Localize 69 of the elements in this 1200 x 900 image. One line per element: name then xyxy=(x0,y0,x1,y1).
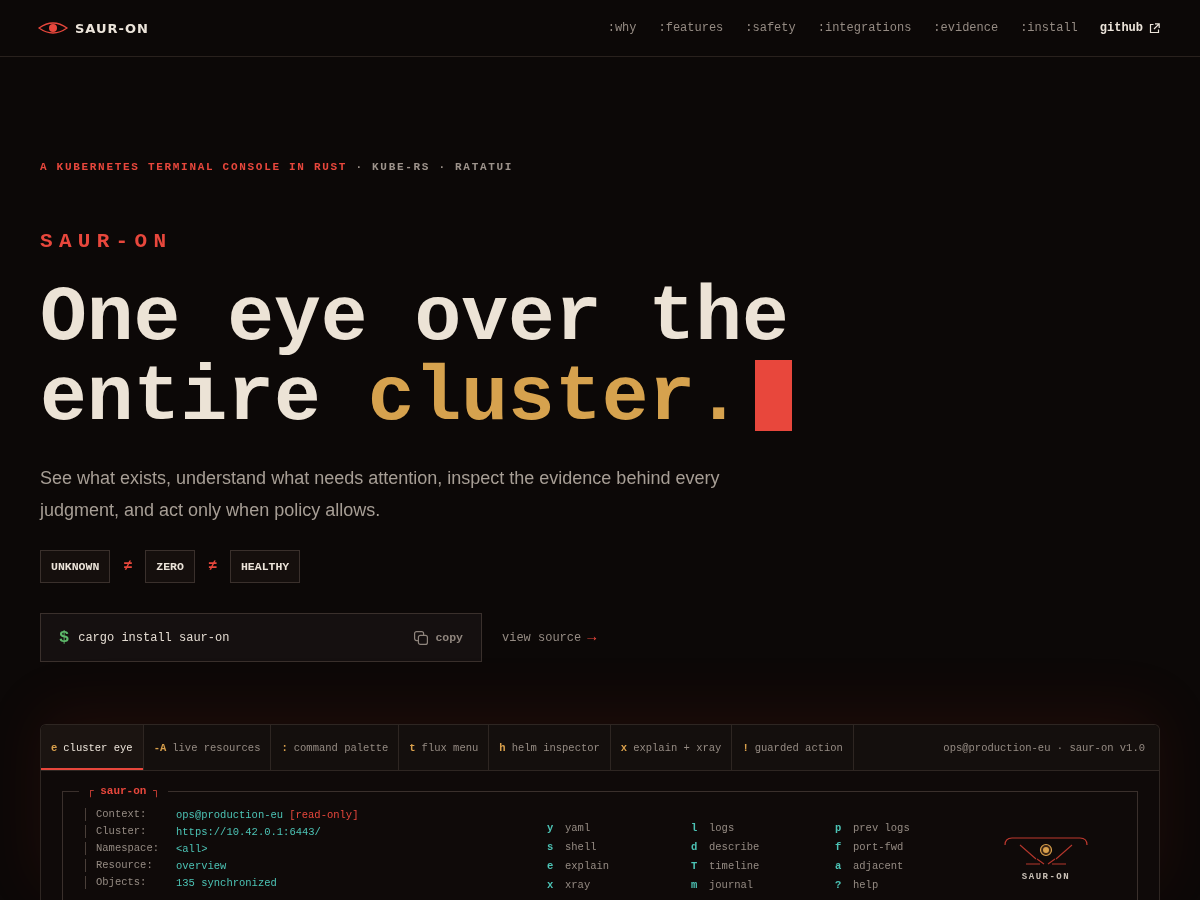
shortcut-action: journal xyxy=(709,878,754,891)
cursor-icon xyxy=(755,360,793,431)
console-tab[interactable]: e cluster eye xyxy=(41,725,144,770)
shortcut-action: explain xyxy=(565,859,610,872)
shortcut-action: port-fwd xyxy=(853,840,904,853)
console-tab[interactable]: : command palette xyxy=(271,725,400,770)
info-value: https://10.42.0.1:6443/ xyxy=(176,825,321,838)
info-label: Context: xyxy=(85,808,176,821)
nav-link[interactable]: :integrations xyxy=(817,21,912,35)
shortcut-key: x xyxy=(545,878,565,891)
view-source-link[interactable]: view source → xyxy=(502,629,597,646)
nav-link[interactable]: :evidence xyxy=(933,21,999,35)
nav-link[interactable]: :why xyxy=(607,21,637,35)
console-tab[interactable]: t flux menu xyxy=(399,725,490,770)
shortcut-key: d xyxy=(689,840,709,853)
shortcut-key: e xyxy=(545,859,565,872)
shortcut-action: describe xyxy=(709,840,760,853)
shortcut-key: p xyxy=(833,821,853,834)
state-chip: HEALTHY xyxy=(229,550,301,583)
install-command: cargo install saur-on xyxy=(78,630,230,645)
shortcut-key: ? xyxy=(833,878,853,891)
console-tab[interactable]: ! guarded action xyxy=(732,725,854,770)
state-chip: UNKNOWN xyxy=(40,550,111,583)
console-tab[interactable]: -A live resources xyxy=(143,725,272,770)
shortcut-action: adjacent xyxy=(853,859,904,872)
shortcut-action: xray xyxy=(565,878,591,891)
external-link-icon xyxy=(1149,22,1160,34)
tagline: A KUBERNETES TERMINAL CONSOLE IN RUST · KUBE-RS · RATATUI xyxy=(40,160,515,174)
github-link[interactable]: github xyxy=(1099,21,1160,35)
info-value: 135 synchronized xyxy=(176,876,277,889)
info-value: <all> xyxy=(176,842,208,855)
nav-link[interactable]: :install xyxy=(1020,21,1078,35)
emblem-label: SAUR-ON xyxy=(1021,872,1071,883)
not-equal-symbol: ≠ xyxy=(206,558,218,575)
shortcut-key: f xyxy=(833,840,853,853)
info-label: Namespace: xyxy=(85,842,176,855)
eye-emblem-icon xyxy=(1004,837,1088,867)
access-mode-text: [read-only] xyxy=(289,808,359,821)
console-tab[interactable]: x explain + xray xyxy=(610,725,733,770)
shortcut-action: yaml xyxy=(565,821,591,834)
info-label: Resource: xyxy=(85,859,176,872)
not-equal-symbol: ≠ xyxy=(122,558,134,575)
shortcut-key: m xyxy=(689,878,709,891)
console-tab[interactable]: h helm inspector xyxy=(489,725,611,770)
shortcut-action: help xyxy=(853,878,879,891)
shortcut-key: T xyxy=(689,859,709,872)
nav-link[interactable]: :safety xyxy=(745,21,796,35)
prompt-symbol: $ xyxy=(59,628,70,647)
session-info: ops@production-eu · saur-on v1.0 xyxy=(943,741,1146,754)
eye-icon xyxy=(38,21,68,35)
info-value: ops@production-eu xyxy=(176,808,284,821)
shortcut-action: timeline xyxy=(709,859,760,872)
shortcut-action: shell xyxy=(565,840,597,853)
copy-button[interactable]: copy xyxy=(414,630,463,645)
shortcut-key: y xyxy=(545,821,565,834)
eyebrow-title: SAUR-ON xyxy=(40,230,174,254)
info-label: Cluster: xyxy=(85,825,176,838)
shortcut-action: logs xyxy=(709,821,735,834)
brand-name: SAUR-ON xyxy=(75,20,149,36)
shortcut-key: s xyxy=(545,840,565,853)
nav-link[interactable]: :features xyxy=(658,21,724,35)
info-label: Objects: xyxy=(85,876,176,889)
info-value: overview xyxy=(176,859,227,872)
shortcut-action: prev logs xyxy=(853,821,910,834)
lede: See what exists, understand what needs attention, inspect the evidence behind every judgment, and act only when policy allows. xyxy=(40,467,721,522)
shortcut-key: a xyxy=(833,859,853,872)
shortcut-key: l xyxy=(689,821,709,834)
state-chip: ZERO xyxy=(145,550,195,583)
copy-icon xyxy=(414,630,429,645)
